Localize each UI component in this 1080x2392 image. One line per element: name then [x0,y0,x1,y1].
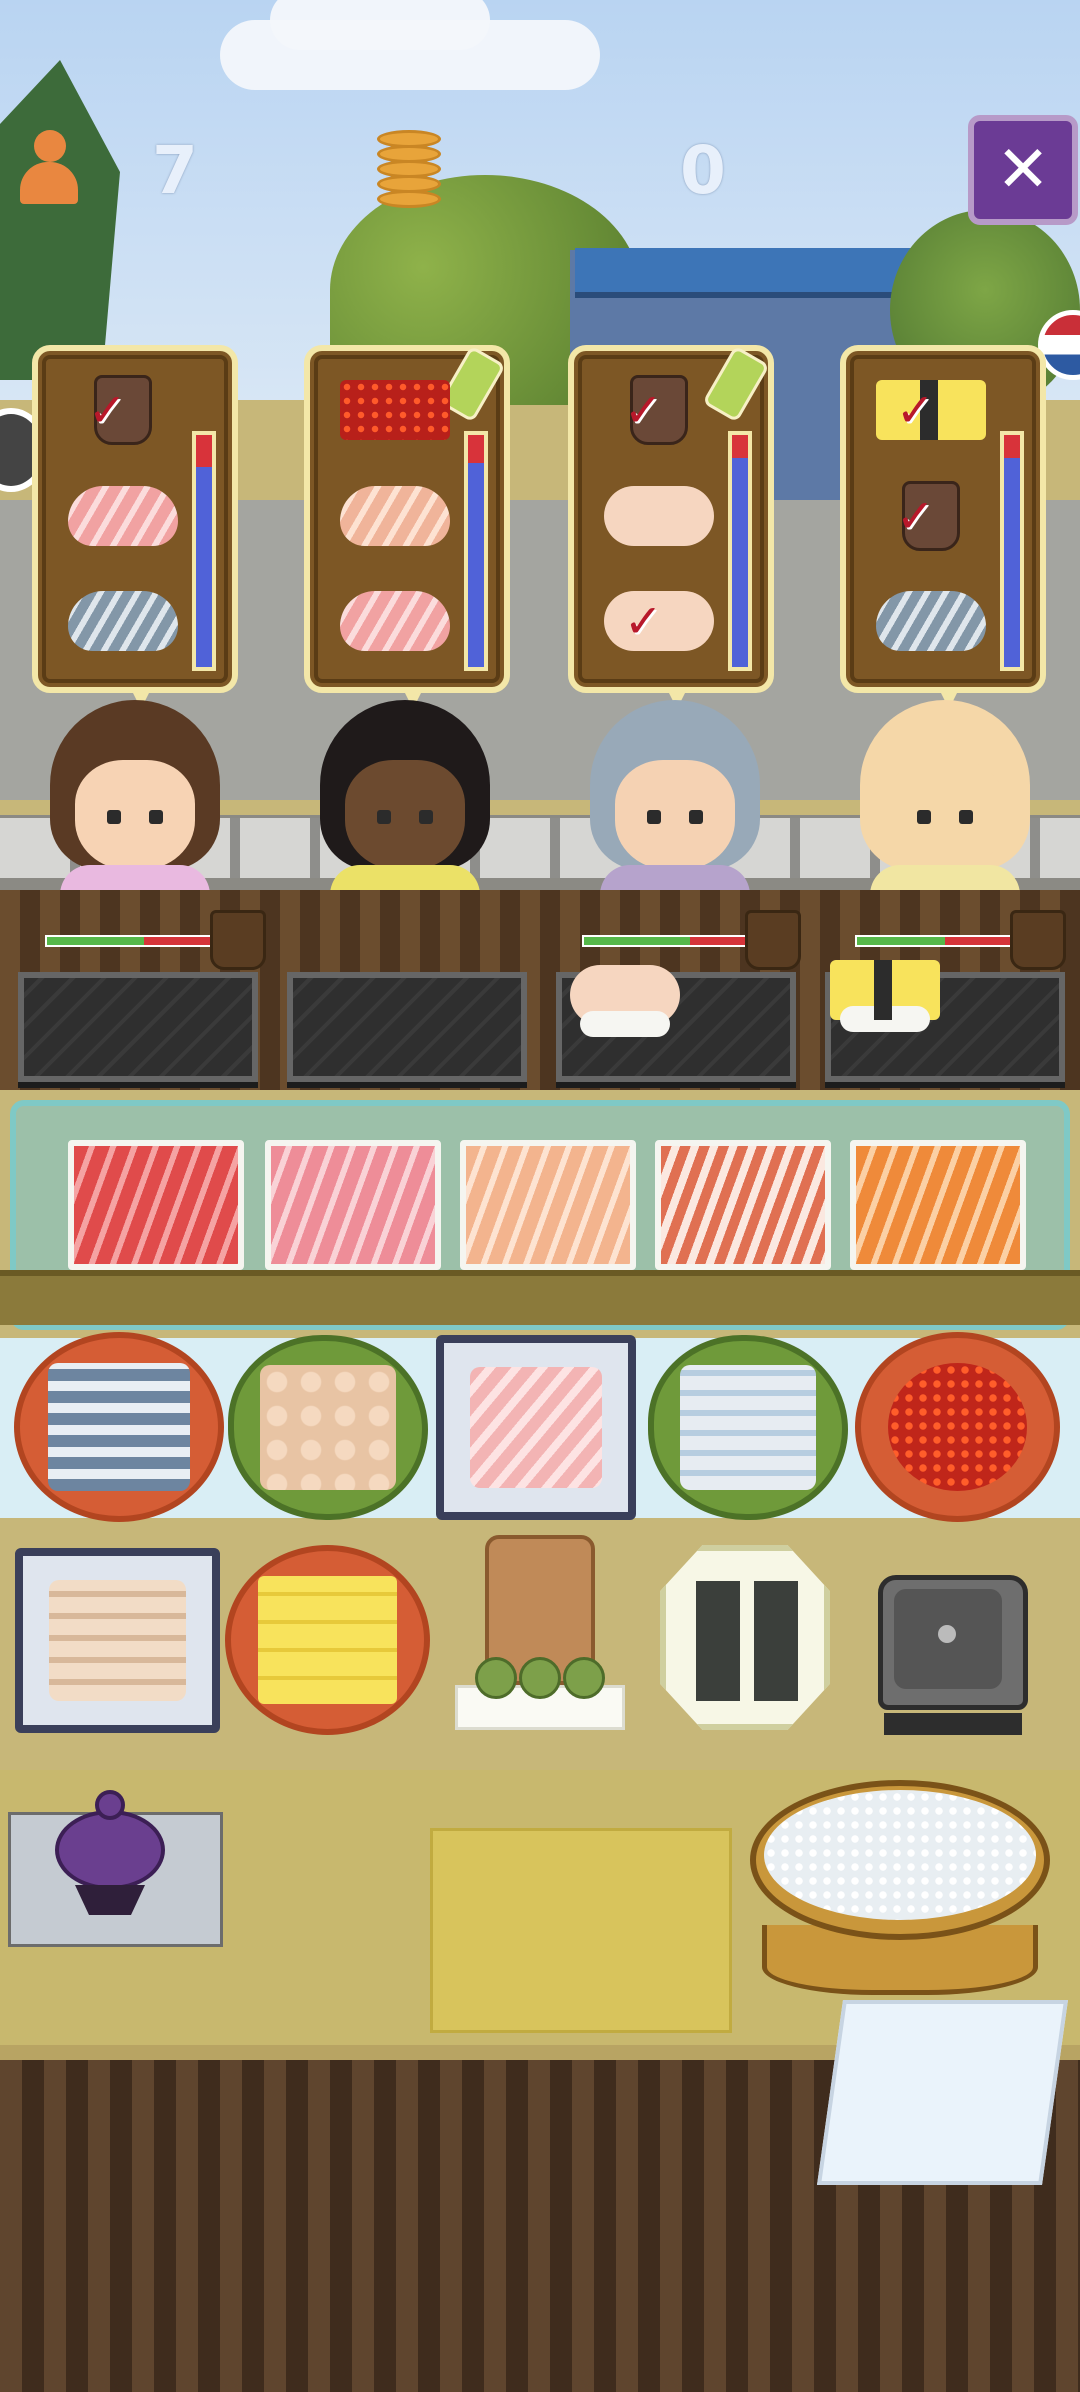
order-card: ✓ [32,345,238,709]
rice-cooker[interactable] [878,1575,1028,1740]
customer-mood-fill [47,937,144,945]
ingredient-sea-bream[interactable] [436,1335,636,1520]
ingredient-mackerel[interactable] [14,1332,224,1522]
customer-mood-fill [857,937,945,945]
check-icon: ✓ [624,383,663,437]
mackerel-nigiri-icon [876,591,986,663]
nori-sheet-icon [754,1581,798,1701]
patience-bar [1000,431,1024,671]
order-item-tuna [58,471,188,561]
ingredient-tamago[interactable] [225,1545,430,1735]
patience-fill [1004,458,1020,667]
ingredient-shrimp[interactable] [15,1548,220,1733]
check-icon: ✓ [896,489,935,543]
rice-tub[interactable] [750,1780,1050,2020]
case-tray-fatty-tuna[interactable] [265,1140,441,1270]
order-item-mackerel [866,576,996,666]
patience-bar [464,431,488,671]
check-icon: ✓ [88,383,127,437]
close-button[interactable]: ✕ [968,115,1078,225]
case-tray-yellowtail[interactable] [460,1140,636,1270]
customer-mood-bar [855,935,1035,947]
served-scallop-nigiri[interactable] [570,965,680,1037]
order-item-mackerel [58,576,188,666]
check-icon: ✓ [624,594,663,648]
order-card [304,345,510,709]
tea-cup-icon [745,910,801,970]
person-icon [20,130,78,205]
served-tamago-nigiri[interactable] [830,960,940,1032]
case-tray-tuna[interactable] [68,1140,244,1270]
tea-cup-icon [210,910,266,970]
order-card: ✓ ✓ [568,345,774,709]
order-item-ikura [330,365,460,455]
wasabi-icon [475,1657,517,1699]
wasabi-icon [563,1657,605,1699]
scallop-nigiri-icon [604,486,714,558]
order-item-tea: ✓ [866,471,996,561]
display-case-frame [0,1270,1080,1325]
patience-bar [728,431,752,671]
rolling-mat[interactable] [430,1828,732,2033]
ingredient-scallop[interactable] [228,1335,428,1520]
ingredient-salmon-roe[interactable] [855,1332,1060,1522]
tuna-nigiri-icon [68,486,178,558]
customer-mood-bar [582,935,762,947]
order-item-tea: ✓ [594,365,724,455]
order-item-tuna [330,576,460,666]
serving-plate[interactable] [18,972,258,1082]
nori-box[interactable] [660,1545,830,1730]
patience-bar [192,431,216,671]
customers-served-count: 7 [152,132,200,209]
order-item-scallop [594,471,724,561]
order-item-tea: ✓ [58,365,188,455]
ingredient-squid[interactable] [648,1335,848,1520]
patience-fill [196,467,212,667]
cloud [270,0,490,50]
patience-fill [732,458,748,667]
patience-fill [468,462,484,667]
hand-towel[interactable] [817,2000,1068,2185]
case-tray-salmon[interactable] [850,1140,1026,1270]
tuna-nigiri-icon [340,591,450,663]
tea-cup-icon [1010,910,1066,970]
close-icon: ✕ [996,133,1050,207]
order-item-tamago: ✓ [866,365,996,455]
ikura-icon [340,380,450,440]
trash-pot-icon[interactable] [55,1790,165,1915]
order-item-scallop: ✓ [594,576,724,666]
customer-mood-bar [45,935,225,947]
order-item-salmon [330,471,460,561]
wasabi-icon [519,1657,561,1699]
coin-stack-icon [377,130,441,210]
mackerel-nigiri-icon [68,591,178,663]
order-card: ✓ ✓ [840,345,1046,709]
coin-count: 0 [680,132,728,209]
salmon-nigiri-icon [340,486,450,558]
wasabi-board[interactable] [455,1535,625,1745]
case-tray-shrimp[interactable] [655,1140,831,1270]
nori-sheet-icon [696,1581,740,1701]
check-icon: ✓ [896,383,935,437]
serving-plate[interactable] [287,972,527,1082]
customer-mood-fill [584,937,690,945]
